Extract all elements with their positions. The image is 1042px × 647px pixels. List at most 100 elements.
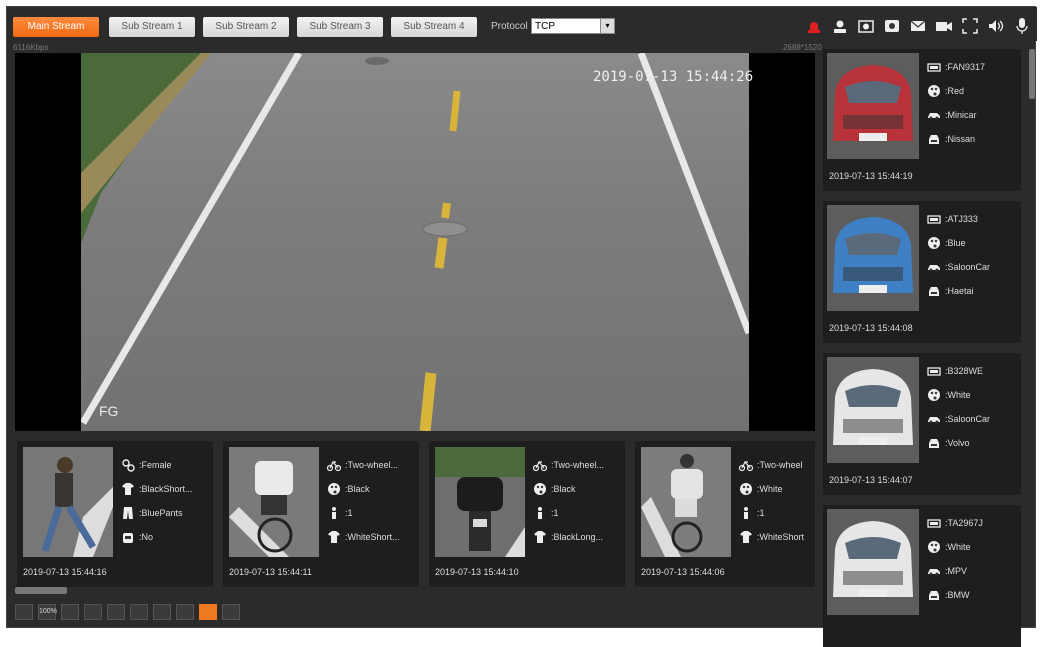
color-palette-icon xyxy=(533,482,547,496)
car-type-icon xyxy=(927,564,941,578)
attr-vehicle-type: :Two-wheel xyxy=(757,460,803,470)
car-brand-icon xyxy=(927,436,941,450)
attr-row: :SaloonCar xyxy=(927,255,1019,279)
detection-snapshot xyxy=(229,447,319,557)
detection-card[interactable]: :Female :BlackShort... :BluePants :No 20… xyxy=(17,441,213,587)
color-palette-icon xyxy=(927,84,941,98)
attr-vehicle-type: :Two-wheel... xyxy=(345,460,399,470)
vehicle-card[interactable]: :ATJ333:Blue:SaloonCar:Haetai 2019-07-13 … xyxy=(823,201,1021,343)
detection-card[interactable]: :Two-wheel... :Black :1 :WhiteShort... 2… xyxy=(223,441,419,587)
attr-row: :White xyxy=(927,383,1019,407)
resolution-readout: 2688*1520 xyxy=(783,43,822,52)
plate-icon xyxy=(927,60,941,74)
protocol-select[interactable]: TCP ▾ xyxy=(531,18,615,34)
protocol-value: TCP xyxy=(535,21,555,32)
attr-row: :Minicar xyxy=(927,103,1019,127)
ratio-icon[interactable] xyxy=(84,604,102,620)
detection-snapshot xyxy=(23,447,113,557)
message-icon[interactable] xyxy=(909,17,927,35)
top-clothing-icon xyxy=(533,530,547,544)
vehicle-attr: :White xyxy=(945,542,971,552)
vehicle-card[interactable]: :B328WE:White:SaloonCar:Volvo 2019-07-13 … xyxy=(823,353,1021,495)
vehicle-card[interactable]: :FAN9317:Red:Minicar:Nissan 2019-07-13 15… xyxy=(823,49,1021,191)
detection-card[interactable]: :Two-wheel... :Black :1 :BlackLong... 20… xyxy=(429,441,625,587)
detection-snapshot xyxy=(435,447,525,557)
bitrate-readout: 6116Kbps xyxy=(13,43,49,52)
attr-vehicle-type: :Two-wheel... xyxy=(551,460,605,470)
tab-sub-stream-2[interactable]: Sub Stream 2 xyxy=(203,17,289,37)
person-icon xyxy=(533,506,547,520)
protocol-label: Protocol xyxy=(491,21,528,32)
fullscreen-icon[interactable] xyxy=(961,17,979,35)
tab-sub-stream-4[interactable]: Sub Stream 4 xyxy=(391,17,477,37)
attr-row: :Nissan xyxy=(927,127,1019,151)
vehicle-attr: :Nissan xyxy=(945,134,976,144)
view-tools xyxy=(805,15,1031,37)
scene-icon[interactable] xyxy=(15,604,33,620)
tab-sub-stream-3[interactable]: Sub Stream 3 xyxy=(297,17,383,37)
vehicle-panel[interactable]: :FAN9317:Red:Minicar:Nissan 2019-07-13 15… xyxy=(819,43,1037,647)
pants-icon xyxy=(121,506,135,520)
attr-row: :WhiteShort... xyxy=(327,525,415,549)
bicycle-icon xyxy=(533,458,548,472)
audio-icon[interactable] xyxy=(987,17,1005,35)
video-frame xyxy=(81,53,749,431)
attr-top: :WhiteShort xyxy=(757,532,805,542)
attr-color: :White xyxy=(757,484,783,494)
detection-timestamp: 2019-07-13 15:44:10 xyxy=(435,567,519,577)
attr-row: :ATJ333 xyxy=(927,207,1019,231)
snapshot-icon[interactable] xyxy=(857,17,875,35)
vehicle-attr: :Haetai xyxy=(945,286,974,296)
live-video[interactable]: 2019-07-13 15:44:26 FG xyxy=(15,53,815,431)
vehicle-panel-scrollbar[interactable] xyxy=(1029,49,1035,99)
microphone-icon[interactable] xyxy=(1013,17,1031,35)
attr-top: :BlackLong... xyxy=(551,532,604,542)
plate-icon xyxy=(927,364,941,378)
vehicle-attr: :Minicar xyxy=(945,110,977,120)
top-clothing-icon xyxy=(121,482,135,496)
focus-icon[interactable] xyxy=(176,604,194,620)
attr-gender: :Female xyxy=(139,460,172,470)
attr-color: :Black xyxy=(551,484,576,494)
video-icon[interactable] xyxy=(935,17,953,35)
vehicle-snapshot xyxy=(827,53,919,159)
detection-scrollbar[interactable] xyxy=(15,587,67,594)
rules-icon[interactable] xyxy=(199,604,217,620)
attr-row: :Black xyxy=(533,477,621,501)
window-icon[interactable] xyxy=(107,604,125,620)
fit-icon[interactable] xyxy=(61,604,79,620)
vehicle-attr: :Volvo xyxy=(945,438,970,448)
stream-toolbar: Main Stream Sub Stream 1 Sub Stream 2 Su… xyxy=(7,7,1037,41)
car-brand-icon xyxy=(927,588,941,602)
user-icon[interactable] xyxy=(831,17,849,35)
attr-row: :1 xyxy=(739,501,813,525)
vehicle-attr: :BMW xyxy=(945,590,970,600)
tab-sub-stream-1[interactable]: Sub Stream 1 xyxy=(109,17,195,37)
alarm-icon[interactable] xyxy=(805,17,823,35)
vehicle-attr: :SaloonCar xyxy=(945,262,991,272)
color-palette-icon xyxy=(327,482,341,496)
vehicle-timestamp: 2019-07-13 15:44:19 xyxy=(829,171,913,181)
bicycle-icon xyxy=(327,458,342,472)
display-icon[interactable] xyxy=(222,604,240,620)
record-icon[interactable] xyxy=(883,17,901,35)
vehicle-snapshot xyxy=(827,509,919,615)
attr-riders: :1 xyxy=(345,508,353,518)
zoom-100-icon[interactable]: 100% xyxy=(38,604,57,620)
attr-riders: :1 xyxy=(757,508,765,518)
tab-main-stream[interactable]: Main Stream xyxy=(13,17,99,37)
attr-bottom: :BluePants xyxy=(139,508,183,518)
attr-row: :Red xyxy=(927,79,1019,103)
adjust-icon[interactable] xyxy=(130,604,148,620)
car-type-icon xyxy=(927,260,941,274)
person-icon xyxy=(327,506,341,520)
detection-card[interactable]: :Two-wheel :White :1 :WhiteShort 2019-07… xyxy=(635,441,815,587)
attr-row: :Two-wheel xyxy=(739,453,813,477)
bottom-toolbar: 100% xyxy=(15,601,815,623)
attr-row: :TA2967J xyxy=(927,511,1019,535)
vehicle-card[interactable]: :TA2967J:White:MPV:BMW xyxy=(823,505,1021,647)
car-type-icon xyxy=(927,108,941,122)
attr-row: :Female xyxy=(121,453,209,477)
top-clothing-icon xyxy=(739,530,753,544)
zoom-icon[interactable] xyxy=(153,604,171,620)
